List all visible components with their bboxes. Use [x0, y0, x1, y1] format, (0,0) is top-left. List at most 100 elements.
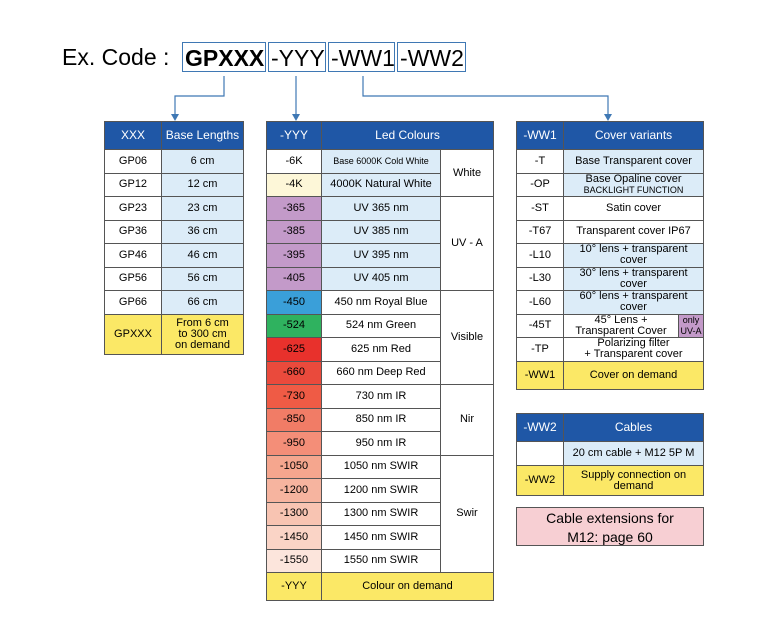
- led-group: White: [440, 149, 494, 197]
- led-colours-table: -YYY Led Colours -6K Base 6000K Cold Whit…: [266, 121, 494, 601]
- led-name: 450 nm Royal Blue: [321, 290, 441, 315]
- base-demand-code: GPXXX: [104, 313, 162, 355]
- base-row: GP56 56 cm: [104, 266, 244, 291]
- led-name: 625 nm Red: [321, 337, 441, 362]
- base-length: 66 cm: [161, 290, 244, 315]
- led-code: -730: [266, 384, 322, 409]
- base-code: GP36: [104, 219, 162, 244]
- cover-name-line: Base Opaline cover: [585, 172, 682, 185]
- connector-base: [174, 76, 225, 118]
- cover-code: -OP: [516, 172, 564, 197]
- base-code: GP56: [104, 266, 162, 291]
- cover-row: -T67 Transparent cover IP67: [516, 219, 704, 244]
- led-code: -1300: [266, 501, 322, 526]
- cable-demand-code: -WW2: [516, 465, 564, 496]
- cover-row: -T Base Transparent cover: [516, 149, 704, 174]
- led-group: Swir: [440, 454, 494, 573]
- cover-name: Transparent cover IP67: [563, 219, 704, 244]
- cover-code: -L60: [516, 290, 564, 315]
- led-code: -950: [266, 431, 322, 456]
- base-code: GP12: [104, 172, 162, 197]
- led-code: -524: [266, 313, 322, 338]
- base-code: GP06: [104, 149, 162, 174]
- base-row-demand: GPXXX From 6 cm to 300 cm on demand: [104, 313, 244, 355]
- cover-row: -L10 10° lens + transparent cover: [516, 243, 704, 268]
- cable-demand-text: Supply connection on demand: [563, 465, 704, 496]
- led-group: UV - A: [440, 196, 494, 291]
- base-lengths-table: XXX Base Lengths GP06 6 cm GP12 12 cm GP23 23…: [104, 121, 244, 355]
- led-row-demand: -YYY Colour on demand: [266, 572, 494, 601]
- connector-cover: [362, 76, 609, 118]
- led-name: 1050 nm SWIR: [321, 454, 441, 479]
- led-row: -730 730 nm IR Nir: [266, 384, 494, 456]
- cover-row: -TP Polarizing filter + Transparent cover: [516, 337, 704, 362]
- led-code: -850: [266, 407, 322, 432]
- cable-demand-line-1: Supply connection on: [580, 468, 687, 481]
- cover-name: Base Transparent cover: [563, 149, 704, 174]
- cover-code: -TP: [516, 337, 564, 362]
- cover-code: -45T: [516, 313, 564, 338]
- cover-tag-line: UV-A: [680, 325, 702, 336]
- cover-row: -OP Base Opaline cover BACKLIGHT FUNCTION: [516, 172, 704, 197]
- cover-name-line: cover: [620, 301, 647, 314]
- led-code: -365: [266, 196, 322, 221]
- cover-code: -T67: [516, 219, 564, 244]
- led-name: 950 nm IR: [321, 431, 441, 456]
- cover-name: 60° lens + transparent cover: [563, 290, 704, 315]
- cover-name-line: Transparent Cover: [575, 324, 667, 337]
- cover-variants-table: -WW1 Cover variants -T Base Transparent c…: [516, 121, 704, 390]
- base-demand-line: on demand: [174, 338, 231, 351]
- base-row: GP06 6 cm: [104, 149, 244, 174]
- led-code: -625: [266, 337, 322, 362]
- led-code: -395: [266, 243, 322, 268]
- led-code: -660: [266, 360, 322, 385]
- led-col-colour: Led Colours: [321, 121, 494, 150]
- led-name: UV 395 nm: [321, 243, 441, 268]
- base-demand-line: to 300 cm: [178, 327, 227, 340]
- cover-row: -L30 30° lens + transparent cover: [516, 266, 704, 291]
- base-length: 12 cm: [161, 172, 244, 197]
- led-row: -1050 1050 nm SWIR Swir: [266, 454, 494, 573]
- cover-col-code: -WW1: [516, 121, 564, 150]
- cover-code: -L30: [516, 266, 564, 291]
- cover-uva-tag: only UV-A: [678, 313, 704, 338]
- cover-row-demand: -WW1 Cover on demand: [516, 360, 704, 390]
- led-code: -1450: [266, 525, 322, 550]
- base-length: 56 cm: [161, 266, 244, 291]
- cable-col-cable: Cables: [563, 413, 704, 442]
- led-name: Base 6000K Cold White: [321, 149, 441, 174]
- arrow-led-icon: [292, 114, 300, 121]
- led-name: 1300 nm SWIR: [321, 501, 441, 526]
- cover-name-line: Base Transparent cover: [575, 154, 692, 167]
- led-demand-text: Colour on demand: [321, 572, 494, 601]
- led-code: -4K: [266, 172, 322, 197]
- cover-demand-text: Cover on demand: [563, 360, 704, 390]
- base-length: 6 cm: [161, 149, 244, 174]
- base-row: GP36 36 cm: [104, 219, 244, 244]
- base-row: GP46 46 cm: [104, 243, 244, 268]
- base-length: 46 cm: [161, 243, 244, 268]
- led-code: -1200: [266, 478, 322, 503]
- base-length: 36 cm: [161, 219, 244, 244]
- cover-name: 30° lens + transparent cover: [563, 266, 704, 291]
- base-row: GP66 66 cm: [104, 290, 244, 315]
- arrow-cover-icon: [604, 114, 612, 121]
- cable-row-name: 20 cm cable + M12 5P M: [563, 441, 704, 466]
- cover-row: -L60 60° lens + transparent cover: [516, 290, 704, 315]
- cover-small-note: BACKLIGHT FUNCTION: [583, 184, 684, 195]
- led-row: -450 450 nm Royal Blue Visible: [266, 290, 494, 385]
- cover-col-variant: Cover variants: [563, 121, 704, 150]
- cable-demand-line-2: demand: [613, 479, 654, 492]
- cover-demand-code: -WW1: [516, 360, 564, 390]
- led-code: -1550: [266, 548, 322, 573]
- led-name: 730 nm IR: [321, 384, 441, 409]
- led-demand-code: -YYY: [266, 572, 322, 601]
- base-row: GP12 12 cm: [104, 172, 244, 197]
- cover-row-45t: -45T 45° Lens + Transparent Cover only UV-A: [516, 313, 704, 338]
- led-name: UV 365 nm: [321, 196, 441, 221]
- cover-tag-line: only: [682, 314, 700, 325]
- note-line-1: Cable extensions for: [546, 510, 674, 526]
- led-code: -385: [266, 219, 322, 244]
- led-name: 1200 nm SWIR: [321, 478, 441, 503]
- led-name: 1450 nm SWIR: [321, 525, 441, 550]
